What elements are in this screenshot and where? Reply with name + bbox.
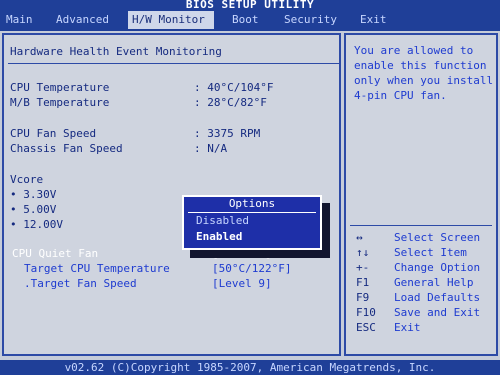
help-text: You are allowed to enable this function … bbox=[354, 44, 494, 102]
f10-key: F10 bbox=[356, 306, 376, 319]
tab-hw-monitor[interactable]: H/W Monitor bbox=[128, 11, 214, 29]
target-cpu-temp-value[interactable]: [50°C/122°F] bbox=[212, 262, 291, 275]
options-dialog-title: Options bbox=[228, 197, 276, 210]
f9-key: F9 bbox=[356, 291, 370, 304]
chassis-fan-speed-label: Chassis Fan Speed bbox=[10, 142, 123, 155]
tab-exit[interactable]: Exit bbox=[360, 11, 390, 29]
top-bar: BIOS SETUP UTILITY Main Advanced H/W Mon… bbox=[0, 0, 500, 31]
bios-title: BIOS SETUP UTILITY bbox=[185, 0, 315, 11]
up-down-arrow-key: ↑↓ bbox=[356, 246, 370, 259]
tab-main[interactable]: Main bbox=[6, 11, 40, 29]
section-title: Hardware Health Event Monitoring bbox=[10, 45, 222, 58]
help-panel: You are allowed to enable this function … bbox=[344, 33, 498, 356]
target-fan-speed-value[interactable]: [Level 9] bbox=[212, 277, 272, 290]
key-desc-exit: Exit bbox=[394, 321, 421, 334]
mb-temp-label: M/B Temperature bbox=[10, 96, 110, 109]
esc-key: ESC bbox=[356, 321, 376, 334]
tab-advanced[interactable]: Advanced bbox=[56, 11, 112, 29]
cpu-quiet-fan-label[interactable]: CPU Quiet Fan bbox=[12, 247, 98, 260]
key-desc-general-help: General Help bbox=[394, 276, 474, 289]
voltage-3v3-label: • 3.30V bbox=[10, 188, 57, 201]
footer-bar: v02.62 (C)Copyright 1985-2007, American … bbox=[0, 360, 500, 375]
vcore-label: Vcore bbox=[10, 173, 44, 186]
tab-security[interactable]: Security bbox=[284, 11, 344, 29]
left-right-arrow-key: ↔ bbox=[356, 231, 363, 244]
options-dialog-divider bbox=[188, 212, 316, 213]
key-row-change-option: +- Change Option bbox=[356, 261, 496, 276]
option-disabled[interactable]: Disabled bbox=[196, 214, 249, 228]
section-divider bbox=[8, 63, 339, 64]
target-fan-speed-label[interactable]: .Target Fan Speed bbox=[24, 277, 137, 290]
key-row-save-exit: F10 Save and Exit bbox=[356, 306, 496, 321]
target-cpu-temp-label[interactable]: Target CPU Temperature bbox=[24, 262, 170, 275]
chassis-fan-speed-value: : N/A bbox=[194, 142, 228, 155]
copyright-text: v02.62 (C)Copyright 1985-2007, American … bbox=[64, 361, 436, 374]
tab-bar: Main Advanced H/W Monitor Boot Security … bbox=[0, 11, 500, 29]
cpu-fan-speed-label: CPU Fan Speed bbox=[10, 127, 97, 140]
key-row-select-screen: ↔ Select Screen bbox=[356, 231, 496, 246]
key-row-load-defaults: F9 Load Defaults bbox=[356, 291, 496, 306]
key-desc-select-screen: Select Screen bbox=[394, 231, 481, 244]
options-dialog: Options Disabled Enabled bbox=[182, 195, 322, 250]
mb-temp-value: : 28°C/82°F bbox=[194, 96, 267, 109]
option-enabled[interactable]: Enabled bbox=[196, 230, 242, 244]
key-row-general-help: F1 General Help bbox=[356, 276, 496, 291]
key-desc-change-option: Change Option bbox=[394, 261, 481, 274]
voltage-5v-label: • 5.00V bbox=[10, 203, 57, 216]
voltage-12v-label: • 12.00V bbox=[10, 218, 63, 231]
key-desc-select-item: Select Item bbox=[394, 246, 467, 259]
main-area: Hardware Health Event Monitoring CPU Tem… bbox=[0, 31, 500, 360]
key-desc-load-defaults: Load Defaults bbox=[394, 291, 481, 304]
key-row-select-item: ↑↓ Select Item bbox=[356, 246, 496, 261]
key-row-exit: ESC Exit bbox=[356, 321, 496, 336]
cpu-temp-value: : 40°C/104°F bbox=[194, 81, 274, 94]
f1-key: F1 bbox=[356, 276, 370, 289]
cpu-fan-speed-value: : 3375 RPM bbox=[194, 127, 261, 140]
key-desc-save-exit: Save and Exit bbox=[394, 306, 481, 319]
tab-boot[interactable]: Boot bbox=[232, 11, 268, 29]
help-divider bbox=[350, 225, 492, 226]
cpu-temp-label: CPU Temperature bbox=[10, 81, 110, 94]
plus-minus-key: +- bbox=[356, 261, 370, 274]
